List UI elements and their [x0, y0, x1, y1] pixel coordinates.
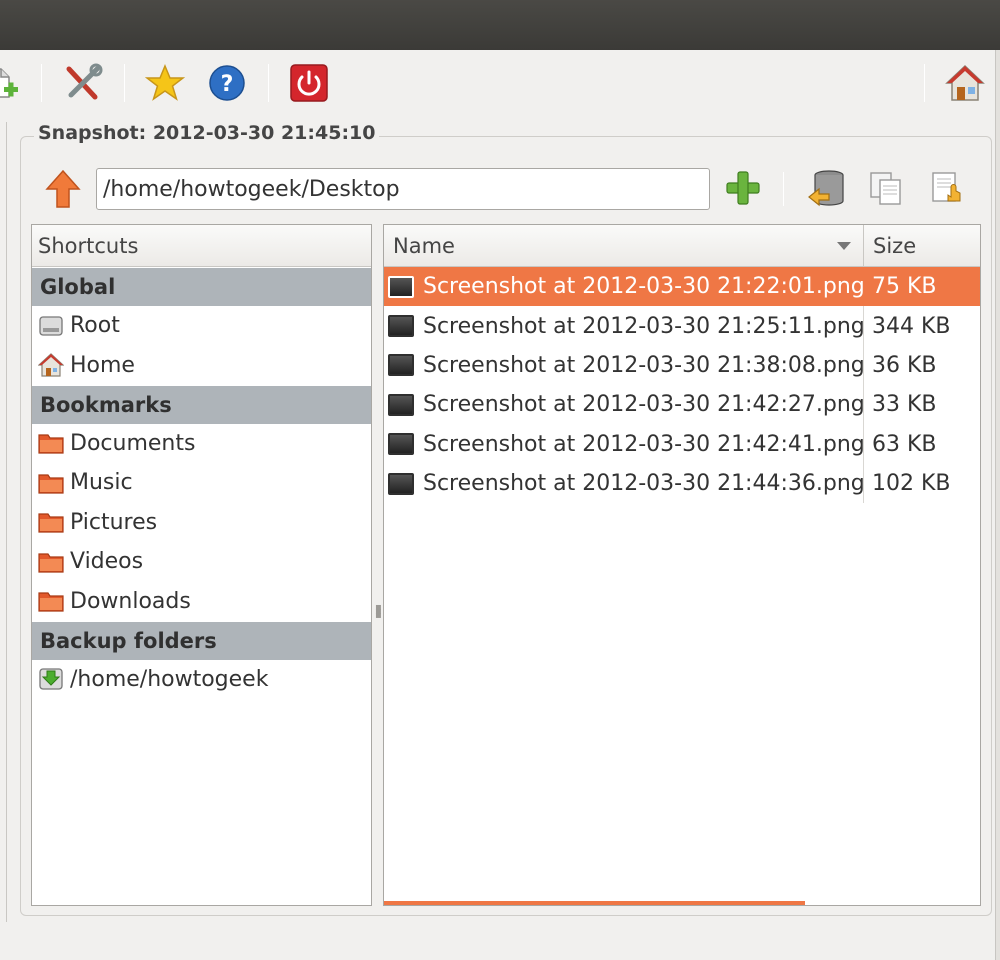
help-icon: ? — [209, 65, 245, 101]
file-row[interactable]: Screenshot at 2012-03-30 21:42:27.png 33… — [384, 385, 980, 425]
folder-icon — [37, 429, 65, 457]
toolbar-separator — [924, 64, 925, 102]
shortcut-label: Downloads — [70, 588, 191, 614]
shortcut-label: Root — [70, 313, 120, 339]
shortcut-music[interactable]: Music — [32, 463, 371, 502]
group-header-backup-folders: Backup folders — [32, 621, 371, 660]
folder-icon — [37, 548, 65, 576]
settings-icon — [66, 63, 103, 100]
bookmark-button[interactable] — [144, 62, 186, 104]
toolbar-separator — [41, 64, 42, 102]
image-file-icon — [388, 315, 414, 338]
file-name: Screenshot at 2012-03-30 21:42:27.png — [423, 392, 864, 418]
backup-folder-icon — [37, 665, 65, 693]
drive-icon — [37, 312, 65, 340]
pane-splitter-handle[interactable]: ▪ ▪ ▪ — [375, 603, 382, 622]
group-header-global: Global — [32, 268, 371, 306]
column-header-label: Name — [393, 234, 455, 258]
path-input[interactable] — [96, 168, 710, 210]
toolbar-separator — [783, 172, 784, 206]
shortcut-pictures[interactable]: Pictures — [32, 503, 371, 542]
svg-text:?: ? — [221, 72, 234, 97]
column-header-size[interactable]: Size — [864, 225, 980, 267]
shutdown-icon — [290, 64, 328, 102]
group-header-bookmarks: Bookmarks — [32, 385, 371, 424]
document-pointer-icon — [932, 172, 961, 202]
shortcuts-header[interactable]: Shortcuts — [32, 225, 371, 267]
shortcut-videos[interactable]: Videos — [32, 542, 371, 581]
file-size: 36 KB — [872, 352, 937, 378]
image-file-icon — [388, 275, 414, 298]
bookmark-star-icon — [145, 64, 185, 101]
column-header-name[interactable]: Name — [384, 225, 864, 267]
shortcut-label: Music — [70, 470, 133, 496]
folder-icon — [37, 508, 65, 536]
restore-trash-icon — [808, 170, 844, 207]
file-name: Screenshot at 2012-03-30 21:22:01.png — [423, 274, 864, 300]
add-file-button[interactable] — [0, 62, 22, 104]
image-file-icon — [388, 472, 414, 495]
file-size: 33 KB — [872, 392, 937, 418]
file-row[interactable]: Screenshot at 2012-03-30 21:44:36.png 10… — [384, 463, 980, 504]
file-row[interactable]: Screenshot at 2012-03-30 21:25:11.png 34… — [384, 306, 980, 346]
file-name: Screenshot at 2012-03-30 21:38:08.png — [423, 352, 864, 378]
image-file-icon — [388, 433, 414, 456]
shortcut-label: Videos — [70, 549, 144, 575]
shutdown-button[interactable] — [288, 62, 330, 104]
home-icon — [37, 351, 65, 379]
help-button[interactable]: ? — [206, 62, 248, 104]
shortcut-label: Home — [70, 352, 135, 378]
shortcut-home[interactable]: Home — [32, 345, 371, 384]
window-border — [996, 50, 1000, 960]
files-panel: Name Size Screenshot at 2012-03-30 21:22… — [383, 224, 981, 906]
main-toolbar: ? — [0, 50, 996, 116]
snapshot-title: Snapshot: 2012-03-30 21:45:10 — [34, 122, 380, 144]
toolbar-separator — [124, 64, 125, 102]
snapshots-list-button[interactable] — [926, 166, 970, 210]
shortcuts-panel: Shortcuts Global Root Home Bookmarks Doc… — [31, 224, 372, 906]
file-name: Screenshot at 2012-03-30 21:42:41.png — [423, 431, 864, 457]
window-splitter[interactable] — [0, 122, 7, 922]
file-name: Screenshot at 2012-03-30 21:25:11.png — [423, 313, 864, 339]
home-icon — [945, 64, 985, 101]
file-size: 102 KB — [872, 471, 951, 497]
copy-icon — [870, 172, 901, 205]
image-file-icon — [388, 393, 414, 416]
file-size: 75 KB — [872, 274, 937, 300]
toolbar-separator — [268, 64, 269, 102]
copy-button[interactable] — [864, 166, 908, 210]
shortcut-documents[interactable]: Documents — [32, 424, 371, 463]
file-row[interactable]: Screenshot at 2012-03-30 21:42:41.png 63… — [384, 424, 980, 464]
shortcut-root[interactable]: Root — [32, 306, 371, 345]
image-file-icon — [388, 354, 414, 377]
file-size: 344 KB — [872, 313, 951, 339]
file-row[interactable]: Screenshot at 2012-03-30 21:38:08.png 36… — [384, 345, 980, 386]
file-size: 63 KB — [872, 431, 937, 457]
app-window: ? Snapshot: 2012-03-30 21:45:10 /home/ho… — [0, 50, 996, 960]
add-file-icon — [0, 68, 18, 98]
shortcut-backup-home[interactable]: /home/howtogeek — [32, 660, 371, 699]
arrow-up-icon — [45, 169, 81, 208]
home-button[interactable] — [944, 62, 986, 104]
add-icon — [726, 171, 760, 205]
shortcut-label: Documents — [70, 430, 196, 456]
restore-button[interactable] — [804, 166, 848, 210]
shortcut-label: Pictures — [70, 509, 158, 535]
window-titlebar[interactable] — [0, 0, 1000, 50]
sort-descending-icon — [837, 242, 851, 250]
settings-button[interactable] — [62, 62, 104, 104]
horizontal-scrollbar[interactable] — [384, 901, 805, 905]
folder-icon — [37, 469, 65, 497]
file-name: Screenshot at 2012-03-30 21:44:36.png — [423, 471, 864, 497]
file-row[interactable]: Screenshot at 2012-03-30 21:22:01.png 75… — [384, 267, 980, 307]
shortcut-downloads[interactable]: Downloads — [32, 581, 371, 620]
folder-icon — [37, 587, 65, 615]
shortcut-label: /home/howtogeek — [70, 666, 269, 692]
add-include-button[interactable] — [721, 166, 765, 210]
file-list: Screenshot at 2012-03-30 21:22:01.png 75… — [384, 267, 980, 504]
go-up-button[interactable] — [42, 168, 84, 210]
